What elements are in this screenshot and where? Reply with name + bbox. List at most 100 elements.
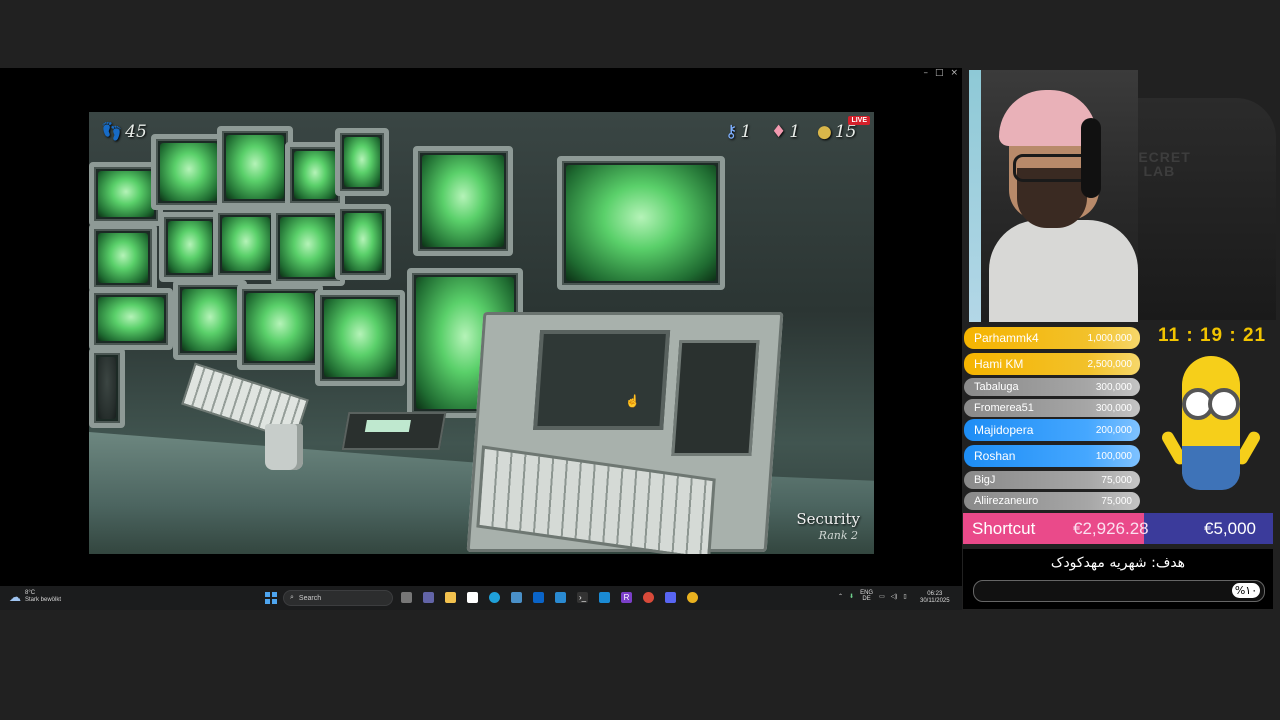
game-window[interactable]: – □ × ☝ 👣 45 ⚷ 1 ♦ 1 ● 15 LIVE Security … [0,68,962,586]
vscode-icon[interactable] [599,592,610,603]
live-badge: LIVE [848,116,870,125]
donor-amount: 200,000 [1095,424,1132,436]
keys-value: 1 [740,122,752,142]
volume-icon[interactable]: ◁) [891,593,898,600]
chair-brand-line2: LAB [1143,163,1176,179]
donor-name: Parhammk4 [974,331,1039,345]
network-icon[interactable]: ▭ [879,593,885,600]
donor-amount: 100,000 [1095,450,1132,462]
system-tray: ⌃ ⬇ ENG DE ▭ ◁) ▯ [838,590,907,602]
app-icon[interactable] [555,592,566,603]
weather-widget[interactable]: ☁ 8°C Stark bewölkt [9,590,61,604]
app-tray-icon[interactable]: ⬇ [849,593,854,600]
secondary-goal-title: هدف: شهریه مهدکودک [1050,555,1186,571]
edge-icon[interactable] [489,592,500,603]
gems-counter: ♦ 1 [771,122,800,142]
secondary-goal: هدف: شهریه مهدکودک %۱۰ [963,549,1273,609]
security-console[interactable] [466,312,784,554]
start-button[interactable] [265,592,277,604]
donor-name: Fromerea51 [974,402,1034,414]
donor-amount: 2,500,000 [1087,358,1133,370]
leaderboard-row: Tabaluga 300,000 [964,378,1140,396]
crt-monitor [89,224,157,292]
minion-mascot [1159,352,1264,502]
location-rank: Rank 2 [818,529,858,542]
leaderboard-row: Roshan 100,000 [964,445,1140,467]
chrome-icon[interactable] [687,592,698,603]
goal-current: €2,926.28 [1073,519,1149,538]
vhs-tape [341,412,447,450]
donor-name: Tabaluga [974,381,1019,393]
crt-monitor [335,128,389,196]
donation-goal-bar: Shortcut €2,926.28 €5,000 [963,513,1273,544]
minimize-button[interactable]: – [923,68,928,80]
footprints-icon: 👣 [101,122,123,142]
teams-icon[interactable] [423,592,434,603]
clock-time: 06:23 [927,591,943,597]
game-viewport[interactable]: ☝ 👣 45 ⚷ 1 ♦ 1 ● 15 LIVE Security Rank 2 [89,112,874,554]
console-keyboard [476,445,716,554]
donor-amount: 75,000 [1101,495,1132,507]
crt-monitor [173,280,247,360]
crt-monitor [413,146,513,256]
secondary-goal-percent: %۱۰ [1232,583,1260,598]
crt-monitor [213,208,279,280]
headphones [1081,118,1101,198]
app-icon[interactable] [511,592,522,603]
lives-counter: 👣 45 [101,122,147,142]
key-icon: ⚷ [725,122,738,142]
leaderboard-row: Hami KM 2,500,000 [964,353,1140,375]
mug [265,424,303,470]
crt-monitor-dark [89,348,125,428]
coins-counter: ● 15 [817,122,856,142]
webcam-feed [969,70,1138,322]
lang-line2: DE [862,596,871,602]
crt-monitor [237,284,323,370]
donor-name: Majidopera [974,423,1034,437]
terminal-icon[interactable]: ›_ [577,592,588,603]
gems-value: 1 [789,122,801,142]
weather-desc: Stark bewölkt [25,597,62,603]
console-panel [671,340,760,456]
crt-monitor [217,126,293,208]
crt-monitor [89,288,173,350]
battery-icon[interactable]: ▯ [903,593,906,600]
taskbar-clock[interactable]: 06:23 30/11/2025 [920,591,950,605]
secondary-goal-bar: %۱۰ [973,580,1265,602]
console-screen [533,330,671,430]
coins-value: 15 [834,122,857,142]
hand-cursor-icon: ☝ [625,394,640,408]
coin-icon: ● [817,122,832,142]
outlook-icon[interactable] [533,592,544,603]
gem-icon: ♦ [771,122,787,142]
crt-monitor [151,134,227,210]
clock-date: 30/11/2025 [920,598,950,604]
search-icon: ⌕ [290,594,294,601]
goal-target: €5,000 [1204,519,1256,538]
donor-name: BigJ [974,474,996,486]
app-icon[interactable] [643,592,654,603]
donor-name: Hami KM [974,357,1024,371]
donor-amount: 75,000 [1101,474,1132,486]
maximize-button[interactable]: □ [935,68,944,80]
file-explorer-icon[interactable] [445,592,456,603]
location-title: Security [796,510,860,528]
store-icon[interactable] [467,592,478,603]
chevron-up-icon[interactable]: ⌃ [838,593,843,600]
taskbar-search[interactable]: ⌕ Search [283,590,393,606]
language-indicator[interactable]: ENG DE [860,590,873,602]
crt-monitor [271,208,345,286]
leaderboard-row: Fromerea51 300,000 [964,399,1140,417]
donor-amount: 1,000,000 [1087,332,1133,344]
rider-icon[interactable]: R [621,592,632,603]
search-placeholder: Search [298,594,322,602]
close-button[interactable]: × [950,68,958,80]
stream-timer: 11 : 19 : 21 [1158,325,1267,346]
task-view-icon[interactable] [401,592,412,603]
leaderboard-row: Aliirezaneuro 75,000 [964,492,1140,510]
taskbar: ☁ 8°C Stark bewölkt ⌕ Search ›_ R ⌃ ⬇ EN… [0,586,962,610]
discord-icon[interactable] [665,592,676,603]
donor-amount: 300,000 [1095,402,1132,414]
streamer-shirt [989,220,1138,322]
keys-counter: ⚷ 1 [725,122,751,142]
